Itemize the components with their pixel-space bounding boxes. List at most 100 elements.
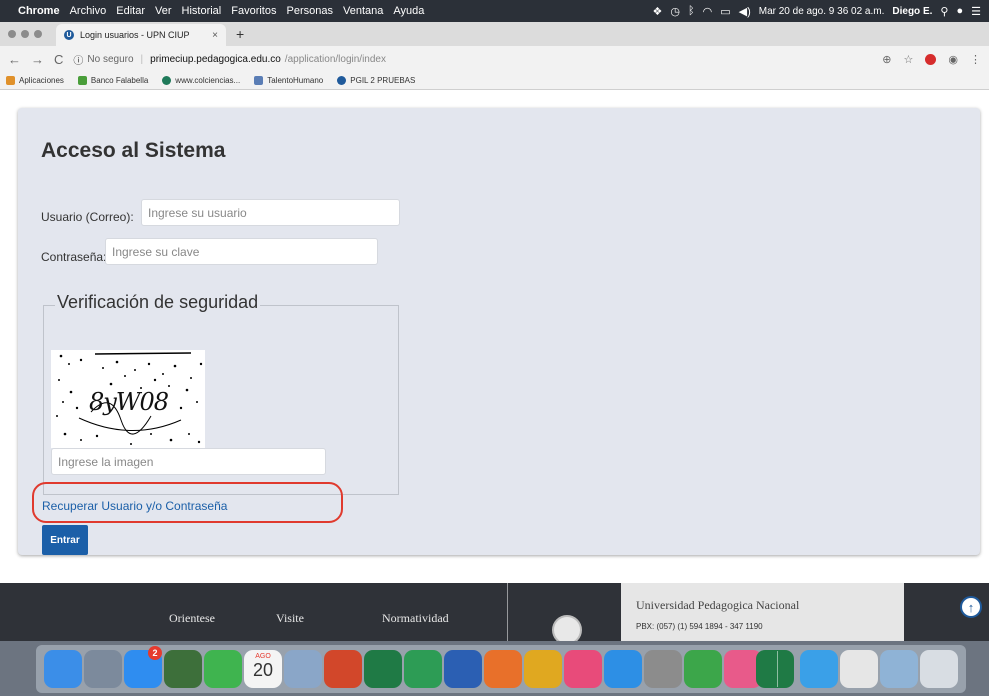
address-toolbar: ← → C ⓘ No seguro | primeciup.pedagogica… (0, 46, 989, 72)
menu-favoritos[interactable]: Favoritos (231, 5, 276, 17)
facetime-icon[interactable] (204, 650, 242, 688)
airplay-icon[interactable]: ▭ (720, 5, 730, 18)
close-window-button[interactable] (8, 30, 16, 38)
new-tab-button[interactable]: + (236, 26, 244, 42)
menu-ventana[interactable]: Ventana (343, 5, 383, 17)
info-icon[interactable]: ⓘ (73, 52, 83, 67)
zoom-icon[interactable]: ⊕ (882, 53, 891, 66)
bookmark-banco-falabella[interactable]: Banco Falabella (77, 76, 148, 85)
numbers-icon[interactable] (684, 650, 722, 688)
omnibox-divider: | (140, 53, 144, 65)
window-controls (8, 30, 42, 38)
login-panel: Acceso al Sistema Usuario (Correo): Cont… (18, 108, 980, 555)
user-email-field[interactable] (141, 199, 400, 226)
chrome-icon[interactable] (524, 650, 562, 688)
excel-icon[interactable] (364, 650, 402, 688)
notification-center-icon[interactable]: ☰ (971, 5, 981, 18)
reload-icon[interactable]: C (54, 52, 63, 67)
close-tab-icon[interactable]: × (212, 30, 218, 41)
menu-ayuda[interactable]: Ayuda (393, 5, 424, 17)
web-page: Acceso al Sistema Usuario (Correo): Cont… (0, 90, 989, 583)
omnibox[interactable]: ⓘ No seguro | primeciup.pedagogica.edu.c… (73, 49, 872, 69)
menu-personas[interactable]: Personas (287, 5, 333, 17)
minimize-window-button[interactable] (21, 30, 29, 38)
recover-credentials-link[interactable]: Recuperar Usuario y/o Contraseña (42, 499, 227, 513)
profile-icon[interactable]: ◉ (948, 53, 958, 66)
excel-x-icon[interactable] (404, 650, 442, 688)
scroll-top-icon[interactable]: ↑ (960, 596, 982, 618)
itunes-icon[interactable] (564, 650, 602, 688)
footer-link-orientese[interactable]: Orientese (169, 611, 215, 626)
forward-icon[interactable]: → (31, 52, 44, 67)
chrome-menu-icon[interactable]: ⋮ (970, 53, 981, 66)
calendar-icon[interactable]: AGO 20 (244, 650, 282, 688)
menu-archivo[interactable]: Archivo (70, 5, 107, 17)
volume-icon[interactable]: ◀) (739, 5, 751, 18)
menu-ver[interactable]: Ver (155, 5, 172, 17)
password-field[interactable] (105, 238, 378, 265)
macos-menubar: Chrome Archivo Editar Ver Historial Favo… (0, 0, 989, 22)
trash-icon[interactable] (920, 650, 958, 688)
site-footer: Orientese Visite Normatividad Universida… (0, 583, 989, 645)
launchpad-icon[interactable] (84, 650, 122, 688)
siri-icon[interactable]: ● (956, 5, 963, 17)
bookmark-talentohumano[interactable]: TalentoHumano (254, 76, 323, 85)
back-icon[interactable]: ← (8, 52, 21, 67)
tab-title: Login usuarios - UPN CIUP (80, 30, 190, 40)
footer-divider (507, 583, 508, 641)
powerpoint-icon[interactable] (324, 650, 362, 688)
calendar-day: 20 (252, 660, 274, 680)
university-pbx: PBX: (057) (1) 594 1894 - 347 1190 (636, 622, 763, 631)
safari-icon[interactable] (604, 650, 642, 688)
status-area: ❖ ◷ ᛒ ◠ ▭ ◀) Mar 20 de ago. 9 36 02 a.m.… (653, 5, 981, 18)
firefox-icon[interactable] (484, 650, 522, 688)
zoom-window-button[interactable] (34, 30, 42, 38)
preview-icon[interactable] (284, 650, 322, 688)
menubar-user[interactable]: Diego E. (892, 6, 932, 17)
captcha-image: 8yW08 (51, 350, 205, 448)
spotlight-icon[interactable]: ⚲ (940, 5, 948, 18)
active-tab[interactable]: U Login usuarios - UPN CIUP × (56, 24, 226, 46)
bookmarks-bar: Aplicaciones Banco Falabella www.colcien… (0, 72, 989, 90)
menu-historial[interactable]: Historial (182, 5, 222, 17)
bookmark-aplicaciones[interactable]: Aplicaciones (6, 76, 64, 85)
contacts-icon[interactable] (164, 650, 202, 688)
system-preferences-icon[interactable] (644, 650, 682, 688)
browser-tabbar: U Login usuarios - UPN CIUP × + (0, 22, 989, 46)
captcha-input[interactable] (51, 448, 326, 475)
time-machine-icon[interactable]: ◷ (670, 5, 680, 18)
colciencias-icon (162, 76, 172, 85)
word-icon[interactable] (444, 650, 482, 688)
document-icon[interactable] (840, 650, 878, 688)
submit-button[interactable]: Entrar (42, 525, 88, 555)
toolbar-actions: ⊕ ☆ ◉ ⋮ (882, 53, 981, 66)
bluetooth-icon[interactable]: ᛒ (688, 5, 695, 17)
bookmark-pgil[interactable]: PGIL 2 PRUEBAS (337, 76, 415, 85)
app-store-icon[interactable]: 2 (124, 646, 162, 688)
footer-link-normatividad[interactable]: Normatividad (382, 611, 449, 626)
menu-chrome[interactable]: Chrome (18, 5, 60, 17)
university-info: Universidad Pedagogica Nacional PBX: (05… (621, 583, 904, 641)
upn-favicon-icon: U (64, 30, 74, 40)
page-title: Acceso al Sistema (41, 139, 226, 162)
talentohumano-icon (254, 76, 264, 85)
password-label: Contraseña: (41, 250, 107, 264)
wifi-icon[interactable]: ◠ (703, 5, 713, 18)
bookmark-colciencias[interactable]: www.colciencias... (162, 76, 240, 85)
apps-grid-icon (6, 76, 15, 85)
adblock-extension-icon[interactable] (925, 53, 937, 65)
excel-doc-icon[interactable] (756, 650, 794, 688)
security-verification-legend: Verificación de seguridad (55, 292, 261, 313)
footer-link-visite[interactable]: Visite (276, 611, 304, 626)
folder-icon[interactable] (800, 650, 838, 688)
calendar-month: AGO (255, 653, 271, 660)
dropbox-icon[interactable]: ❖ (653, 5, 663, 18)
menu-editar[interactable]: Editar (116, 5, 145, 17)
dock-separator (777, 651, 778, 687)
bookmark-star-icon[interactable]: ☆ (904, 53, 914, 66)
menubar-clock[interactable]: Mar 20 de ago. 9 36 02 a.m. (759, 6, 885, 17)
downloads-icon[interactable] (880, 650, 918, 688)
finder-icon[interactable] (44, 650, 82, 688)
university-name: Universidad Pedagogica Nacional (636, 598, 800, 612)
not-secure-label: No seguro (87, 53, 134, 65)
